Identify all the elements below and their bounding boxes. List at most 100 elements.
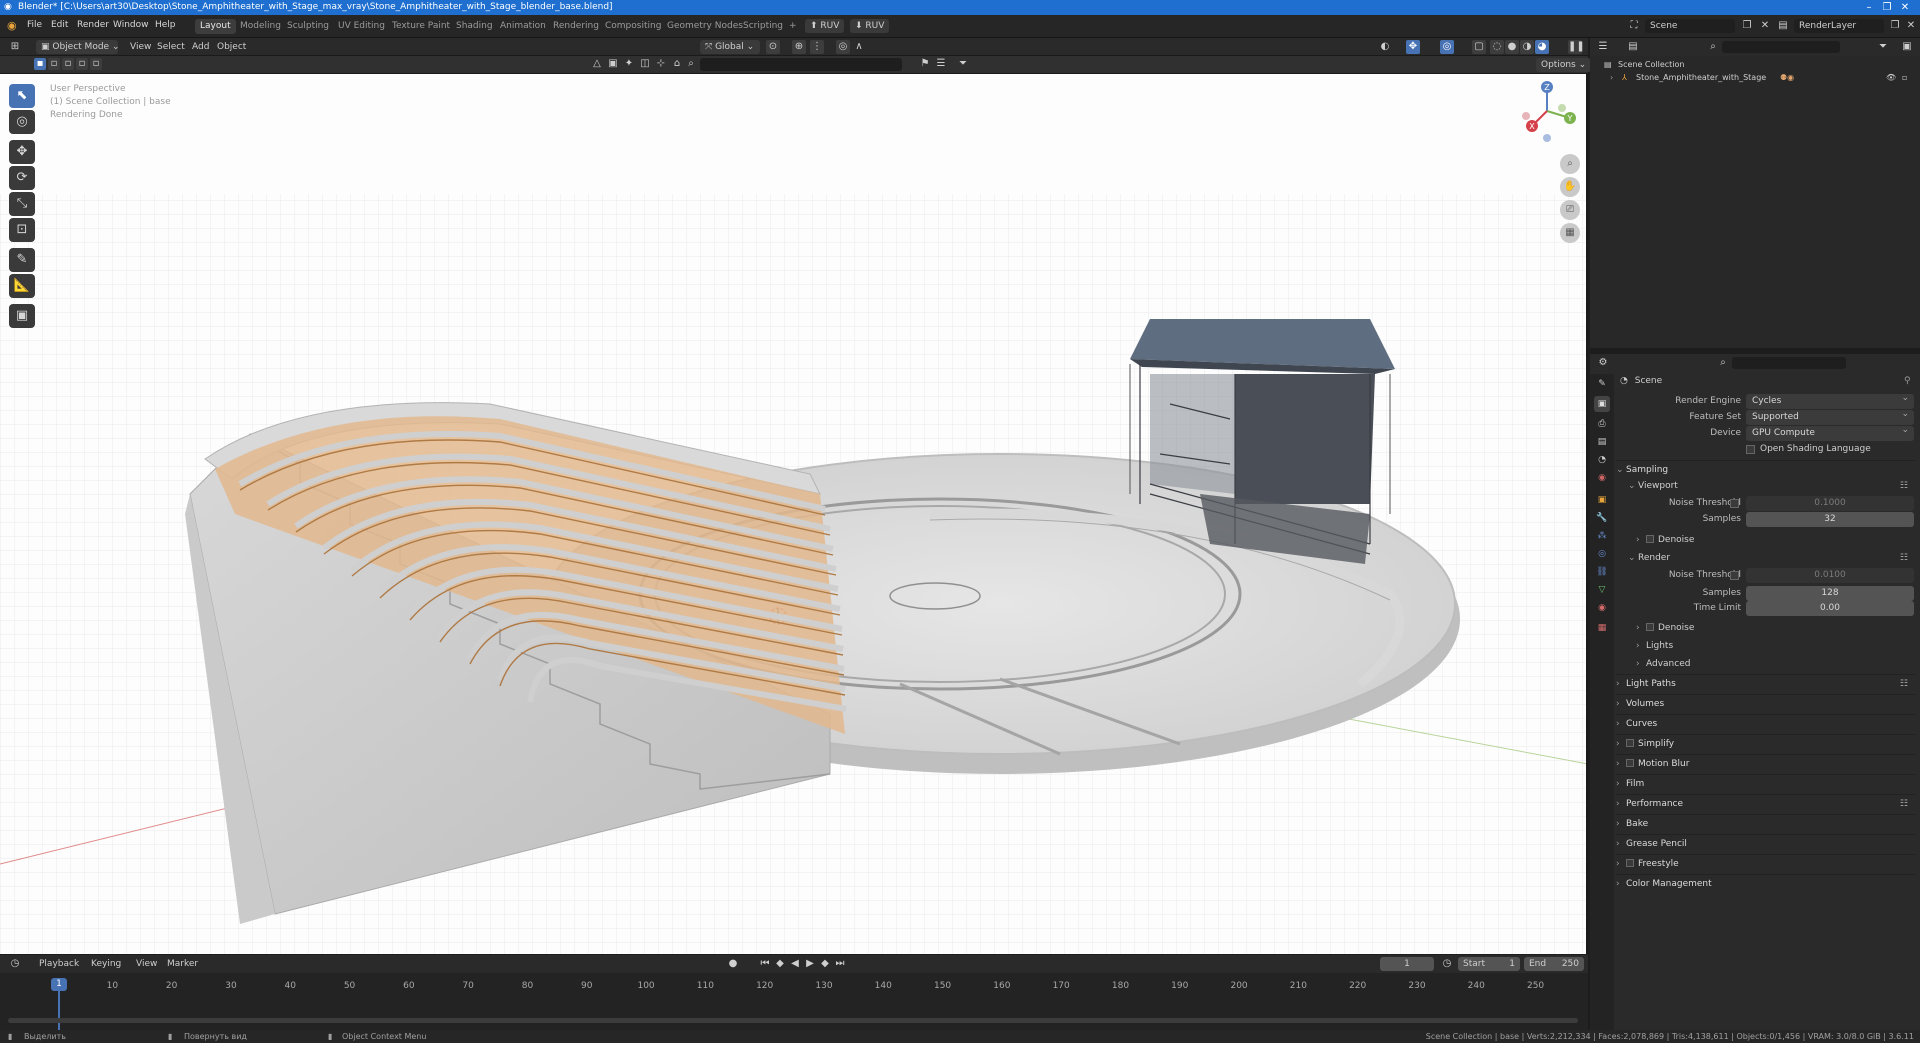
menu-edit[interactable]: Edit [51,20,68,30]
tab-animation[interactable]: Animation [495,19,551,34]
tab-shading[interactable]: Shading [451,19,498,34]
outliner-editor-type-icon[interactable]: ☰ [1596,40,1610,54]
tab-rendering[interactable]: Rendering [548,19,604,34]
shading-material-icon[interactable]: ◑ [1520,40,1534,54]
menu-window[interactable]: Window [113,20,149,30]
next-keyframe-icon[interactable]: ◆ [818,957,832,971]
timeline-menu-keying[interactable]: Keying [86,957,126,971]
new-scene-icon[interactable]: ❐ [1740,19,1754,33]
outliner-row-object[interactable]: › ⅄ Stone_Amphitheater_with_Stage ⚉◉ 👁 ▫ [1590,71,1920,84]
select-mode-new-icon[interactable]: ▪ [34,58,46,70]
select-box-tool[interactable]: ⬉ [9,84,35,108]
tab-texture-paint[interactable]: Texture Paint [387,19,455,34]
panel-bake[interactable]: › Bake [1616,814,1916,832]
scene-selector[interactable]: Scene [1645,19,1735,33]
add-cube-tool[interactable]: ▣ [9,304,35,328]
viewport-menu-add[interactable]: Add [187,40,214,54]
scene-icon[interactable]: ⛶ [1627,19,1641,33]
r-noise-threshold-field[interactable]: 0.0100 [1746,568,1914,583]
viewport-menu-select[interactable]: Select [152,40,190,54]
device-dropdown[interactable]: GPU Compute [1746,423,1914,441]
vp-denoise-checkbox[interactable] [1646,535,1654,543]
panel-motion-blur[interactable]: › Motion Blur [1616,754,1916,772]
panel-freestyle[interactable]: › Freestyle [1616,854,1916,872]
timeline-menu-playback[interactable]: Playback [34,957,84,971]
properties-search-icon[interactable]: ⌕ [1716,356,1730,370]
freestyle-checkbox[interactable] [1626,859,1634,867]
constraints-tab-icon[interactable]: ⛓ [1594,564,1610,580]
filter-object-icon[interactable]: ▣ [606,57,620,71]
outliner-row-scene-collection[interactable]: ▤ Scene Collection [1590,58,1920,71]
panel-light-paths[interactable]: › Light Paths ☷ [1616,674,1916,692]
timeline-ruler[interactable]: 10 20 30 40 50 60 70 80 90 100 110 120 130 140 150 160 1… [0,973,1588,1030]
vp-samples-field[interactable]: 32 [1746,512,1914,527]
outliner[interactable]: ☰ ▤ ⌕ ⏷ ▣ ▤ Scene Collection › ⅄ Stone_A… [1590,38,1920,348]
measure-tool[interactable]: 📐 [9,274,35,298]
bookmark-icon[interactable]: ⚑ [918,57,932,71]
subpanel-viewport[interactable]: ⌄ Viewport ☷ [1628,478,1916,494]
properties-editor-type-icon[interactable]: ⚙ [1596,356,1610,370]
timeline-editor[interactable]: ◷ Playback Keying View Marker ● ⏮ ◆ ◀ ▶ … [0,955,1588,1030]
end-frame-field[interactable]: End 250 [1524,957,1584,971]
perspective-toggle-icon[interactable]: ▦ [1560,223,1580,243]
light-paths-preset-icon[interactable]: ☷ [1900,675,1908,693]
delete-view-layer-icon[interactable]: ✕ [1904,19,1918,33]
delete-scene-icon[interactable]: ✕ [1758,19,1772,33]
gizmo-toggle-icon[interactable]: ✥ [1406,40,1420,54]
subpanel-render[interactable]: ⌄ Render ☷ [1628,550,1916,566]
panel-performance[interactable]: › Performance ☷ [1616,794,1916,812]
scale-tool[interactable]: ⤡ [9,192,35,216]
vp-noise-threshold-checkbox[interactable] [1730,499,1739,508]
panel-film[interactable]: › Film [1616,774,1916,792]
record-icon[interactable]: ● [726,957,740,971]
filter-funnel-icon[interactable]: ⏷ [956,57,970,71]
shading-rendered-icon[interactable]: ◕ [1535,40,1549,54]
filter-empty-icon[interactable]: ⊹ [654,57,668,71]
performance-preset-icon[interactable]: ☷ [1900,795,1908,813]
panel-grease-pencil[interactable]: › Grease Pencil [1616,834,1916,852]
outliner-filter-icon[interactable]: ⏷ [1876,40,1890,54]
tool-tab-icon[interactable]: ✎ [1594,376,1610,392]
ruv-button-2[interactable]: ⬇ RUV [850,19,890,33]
visibility-eye-icon[interactable]: 👁 [1886,71,1896,84]
particles-tab-icon[interactable]: ⁂ [1594,528,1610,544]
snap-target-icon[interactable]: ⋮ [810,40,824,54]
transform-orientation-dropdown[interactable]: ⤧ Global ⌄ [700,40,760,54]
outliner-search-input[interactable] [1722,41,1840,53]
annotate-tool[interactable]: ✎ [9,248,35,272]
filter-other-icon[interactable]: ⌂ [670,57,684,71]
object-tab-icon[interactable]: ▣ [1594,492,1610,508]
jump-start-icon[interactable]: ⏮ [758,957,772,971]
panel-color-management[interactable]: › Color Management [1616,874,1916,892]
data-tab-icon[interactable]: ▽ [1594,582,1610,598]
shading-wireframe-icon[interactable]: ◌ [1490,40,1504,54]
subpanel-vp-denoise[interactable]: › Denoise [1636,532,1920,548]
panel-curves[interactable]: › Curves [1616,714,1916,732]
subpanel-lights[interactable]: › Lights [1636,638,1920,654]
playhead[interactable]: 1 [51,978,67,991]
render-tab-icon[interactable]: ▣ [1594,396,1610,412]
zoom-icon[interactable]: ⌕ [1560,154,1580,174]
close-button[interactable]: ✕ [1888,0,1920,15]
play-icon[interactable]: ▶ [803,957,817,971]
timeline-editor-type-icon[interactable]: ◷ [8,957,22,971]
timeline-menu-marker[interactable]: Marker [162,957,203,971]
prev-keyframe-icon[interactable]: ◆ [773,957,787,971]
viewport-menu-object[interactable]: Object [212,40,251,54]
jump-end-icon[interactable]: ⏭ [833,957,847,971]
current-frame-field[interactable]: 1 [1380,957,1434,971]
r-denoise-checkbox[interactable] [1646,623,1654,631]
pin-icon[interactable]: ⚲ [1904,376,1911,386]
view-layer-icon[interactable]: ▤ [1776,19,1790,33]
r-samples-field[interactable]: 128 [1746,586,1914,601]
navigation-gizmo[interactable]: Z Y X [1512,76,1582,146]
filter-camera-icon[interactable]: ◫ [638,57,652,71]
properties-editor[interactable]: ⚙ ⌕ ✎ ▣ ⎙ ▤ ◔ ◉ ▣ 🔧 ⁂ ◎ ⛓ ▽ ◉ ▦ ◔ Scene … [1590,354,1920,1030]
search-icon[interactable]: ⌕ [684,57,698,71]
tab-geometry-nodes[interactable]: Geometry Nodes [662,19,748,34]
physics-tab-icon[interactable]: ◎ [1594,546,1610,562]
panel-sampling[interactable]: ⌄ Sampling [1616,460,1916,478]
new-view-layer-icon[interactable]: ❐ [1888,19,1902,33]
overlay-toggle-icon[interactable]: ◎ [1440,40,1454,54]
world-tab-icon[interactable]: ◉ [1594,470,1610,486]
